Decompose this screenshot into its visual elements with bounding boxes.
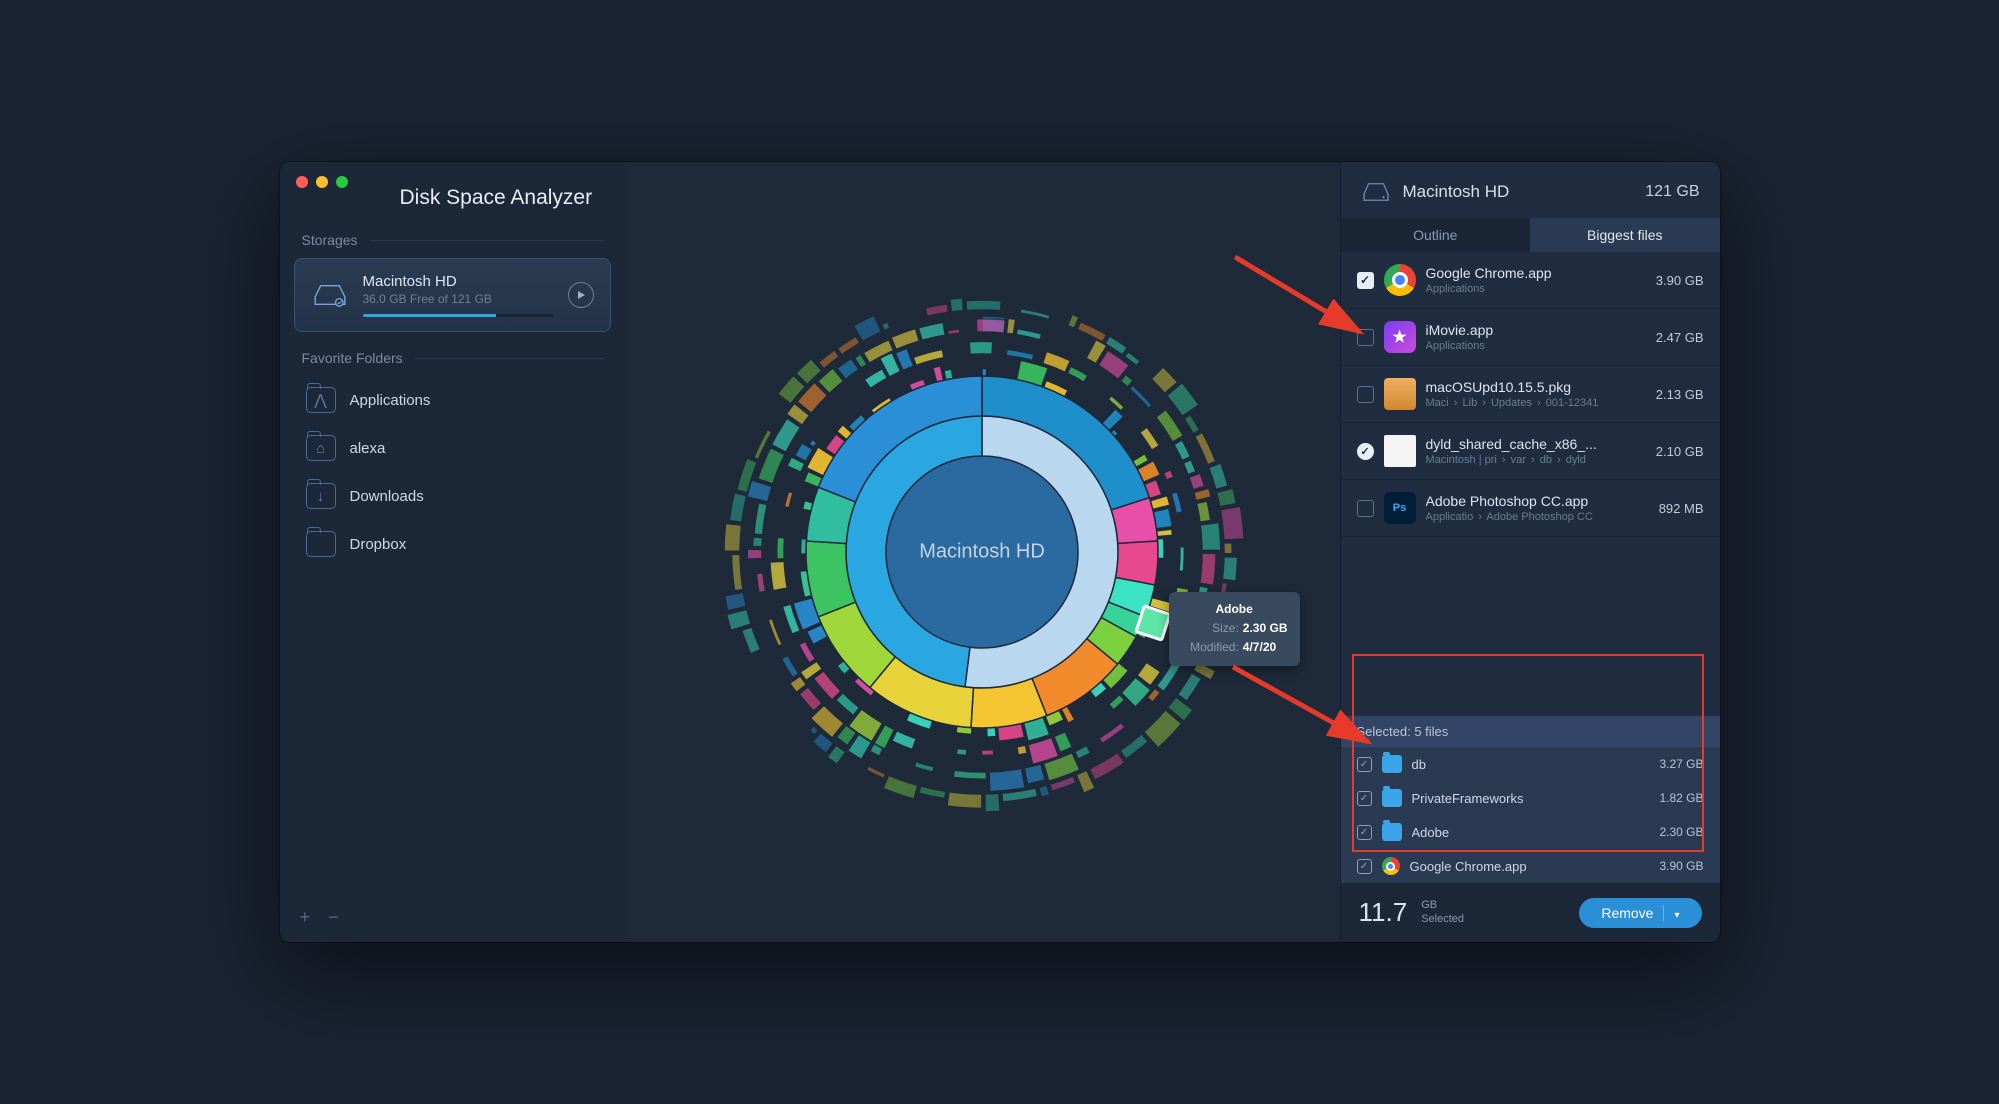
disk-icon bbox=[311, 282, 349, 308]
file-icon bbox=[1384, 435, 1416, 467]
file-name: Google Chrome.app bbox=[1426, 265, 1646, 281]
sidebar: Disk Space Analyzer Storages Macintosh H… bbox=[280, 162, 625, 942]
file-path: Macintosh | pri › var › db › dyld bbox=[1426, 454, 1646, 466]
checkbox[interactable] bbox=[1357, 825, 1372, 840]
file-size: 1.82 GB bbox=[1659, 791, 1703, 805]
disk-icon bbox=[1361, 180, 1391, 204]
tab-outline[interactable]: Outline bbox=[1341, 218, 1531, 252]
selected-row[interactable]: Adobe 2.30 GB bbox=[1341, 815, 1720, 849]
remove-dropdown-icon[interactable] bbox=[1663, 905, 1679, 921]
file-name: Google Chrome.app bbox=[1410, 859, 1650, 874]
file-icon bbox=[1382, 857, 1400, 875]
file-icon: Ps bbox=[1384, 492, 1416, 524]
file-size: 3.90 GB bbox=[1659, 859, 1703, 873]
selected-row[interactable]: db 3.27 GB bbox=[1341, 747, 1720, 781]
main-pane: Macintosh HD Adobe Size:2.30 GB Modified… bbox=[625, 162, 1340, 942]
file-name: macOSUpd10.15.5.pkg bbox=[1426, 379, 1646, 395]
checkbox[interactable] bbox=[1357, 329, 1374, 346]
file-size: 2.10 GB bbox=[1656, 444, 1704, 459]
storage-usage-bar bbox=[363, 314, 554, 317]
sidebar-item-alexa[interactable]: ⌂ alexa bbox=[280, 424, 625, 472]
sidebar-item-downloads[interactable]: ↓ Downloads bbox=[280, 472, 625, 520]
folder-icon: ⌂ bbox=[306, 435, 336, 461]
tooltip-name: Adobe bbox=[1215, 602, 1252, 616]
checkbox[interactable] bbox=[1357, 272, 1374, 289]
sidebar-item-dropbox[interactable]: Dropbox bbox=[280, 520, 625, 568]
sidebar-item-label: Applications bbox=[350, 392, 431, 409]
file-name: PrivateFrameworks bbox=[1412, 791, 1650, 806]
file-path: Maci › Lib › Updates › 001-12341 bbox=[1426, 397, 1646, 409]
checkbox[interactable] bbox=[1357, 386, 1374, 403]
close-icon[interactable] bbox=[296, 176, 308, 188]
storages-label: Storages bbox=[280, 232, 625, 258]
file-size: 2.30 GB bbox=[1659, 825, 1703, 839]
folder-icon bbox=[1382, 755, 1402, 773]
file-path: Applications bbox=[1426, 283, 1646, 295]
add-favorite-button[interactable]: + bbox=[300, 907, 311, 928]
sidebar-item-applications[interactable]: ⋀ Applications bbox=[280, 376, 625, 424]
segment-tooltip: Adobe Size:2.30 GB Modified:4/7/20 bbox=[1169, 592, 1300, 666]
file-size: 2.13 GB bbox=[1656, 387, 1704, 402]
storage-card[interactable]: Macintosh HD 36.0 GB Free of 121 GB bbox=[294, 258, 611, 332]
zoom-icon[interactable] bbox=[336, 176, 348, 188]
window-controls bbox=[296, 176, 348, 188]
minimize-icon[interactable] bbox=[316, 176, 328, 188]
disk-size: 121 GB bbox=[1645, 183, 1699, 201]
selected-total: 11.7 bbox=[1359, 897, 1408, 928]
file-size: 3.27 GB bbox=[1659, 757, 1703, 771]
sunburst-chart[interactable] bbox=[702, 272, 1262, 832]
folder-icon bbox=[1382, 823, 1402, 841]
checkbox[interactable] bbox=[1357, 757, 1372, 772]
biggest-files-list[interactable]: Google Chrome.app Applications 3.90 GB iMov… bbox=[1341, 252, 1720, 716]
folder-icon bbox=[306, 531, 336, 557]
right-panel: Macintosh HD 121 GB Outline Biggest file… bbox=[1340, 162, 1720, 942]
tabs: Outline Biggest files bbox=[1341, 218, 1720, 252]
sidebar-item-label: alexa bbox=[350, 440, 386, 457]
file-icon bbox=[1384, 378, 1416, 410]
file-path: Applicatio › Adobe Photoshop CC bbox=[1426, 511, 1649, 523]
scan-button[interactable] bbox=[568, 282, 594, 308]
storage-name: Macintosh HD bbox=[363, 273, 554, 290]
tab-biggest-files[interactable]: Biggest files bbox=[1530, 218, 1720, 252]
sidebar-item-label: Downloads bbox=[350, 488, 424, 505]
checkbox[interactable] bbox=[1357, 443, 1374, 460]
disk-name: Macintosh HD bbox=[1403, 182, 1634, 202]
checkbox[interactable] bbox=[1357, 791, 1372, 806]
checkbox[interactable] bbox=[1357, 500, 1374, 517]
storage-free: 36.0 GB Free of 121 GB bbox=[363, 292, 554, 306]
folder-icon bbox=[1382, 789, 1402, 807]
file-row[interactable]: macOSUpd10.15.5.pkg Maci › Lib › Updates … bbox=[1341, 366, 1720, 423]
file-path: Applications bbox=[1426, 340, 1646, 352]
file-name: dyld_shared_cache_x86_... bbox=[1426, 436, 1646, 452]
remove-favorite-button[interactable]: − bbox=[328, 907, 339, 928]
file-size: 892 MB bbox=[1659, 501, 1704, 516]
file-icon bbox=[1384, 321, 1416, 353]
file-row[interactable]: iMovie.app Applications 2.47 GB bbox=[1341, 309, 1720, 366]
right-header: Macintosh HD 121 GB bbox=[1341, 162, 1720, 218]
folder-icon: ⋀ bbox=[306, 387, 336, 413]
file-row[interactable]: dyld_shared_cache_x86_... Macintosh | pri… bbox=[1341, 423, 1720, 480]
folder-icon: ↓ bbox=[306, 483, 336, 509]
sidebar-item-label: Dropbox bbox=[350, 536, 407, 553]
file-size: 3.90 GB bbox=[1656, 273, 1704, 288]
app-window: Disk Space Analyzer Storages Macintosh H… bbox=[280, 162, 1720, 942]
selected-panel: Selected: 5 files db 3.27 GB PrivateFramew… bbox=[1341, 716, 1720, 883]
file-row[interactable]: Google Chrome.app Applications 3.90 GB bbox=[1341, 252, 1720, 309]
selected-total-label: GB Selected bbox=[1421, 899, 1464, 925]
file-icon bbox=[1384, 264, 1416, 296]
selected-header: Selected: 5 files bbox=[1341, 716, 1720, 747]
file-row[interactable]: Ps Adobe Photoshop CC.app Applicatio › Ado… bbox=[1341, 480, 1720, 537]
favorites-label: Favorite Folders bbox=[280, 350, 625, 376]
file-name: iMovie.app bbox=[1426, 322, 1646, 338]
file-name: Adobe bbox=[1412, 825, 1650, 840]
file-name: db bbox=[1412, 757, 1650, 772]
file-size: 2.47 GB bbox=[1656, 330, 1704, 345]
checkbox[interactable] bbox=[1357, 859, 1372, 874]
selected-row[interactable]: PrivateFrameworks 1.82 GB bbox=[1341, 781, 1720, 815]
file-name: Adobe Photoshop CC.app bbox=[1426, 493, 1649, 509]
remove-button[interactable]: Remove bbox=[1579, 898, 1701, 928]
right-footer: 11.7 GB Selected Remove bbox=[1341, 883, 1720, 942]
selected-row[interactable]: Google Chrome.app 3.90 GB bbox=[1341, 849, 1720, 883]
sidebar-footer: + − bbox=[280, 893, 625, 942]
